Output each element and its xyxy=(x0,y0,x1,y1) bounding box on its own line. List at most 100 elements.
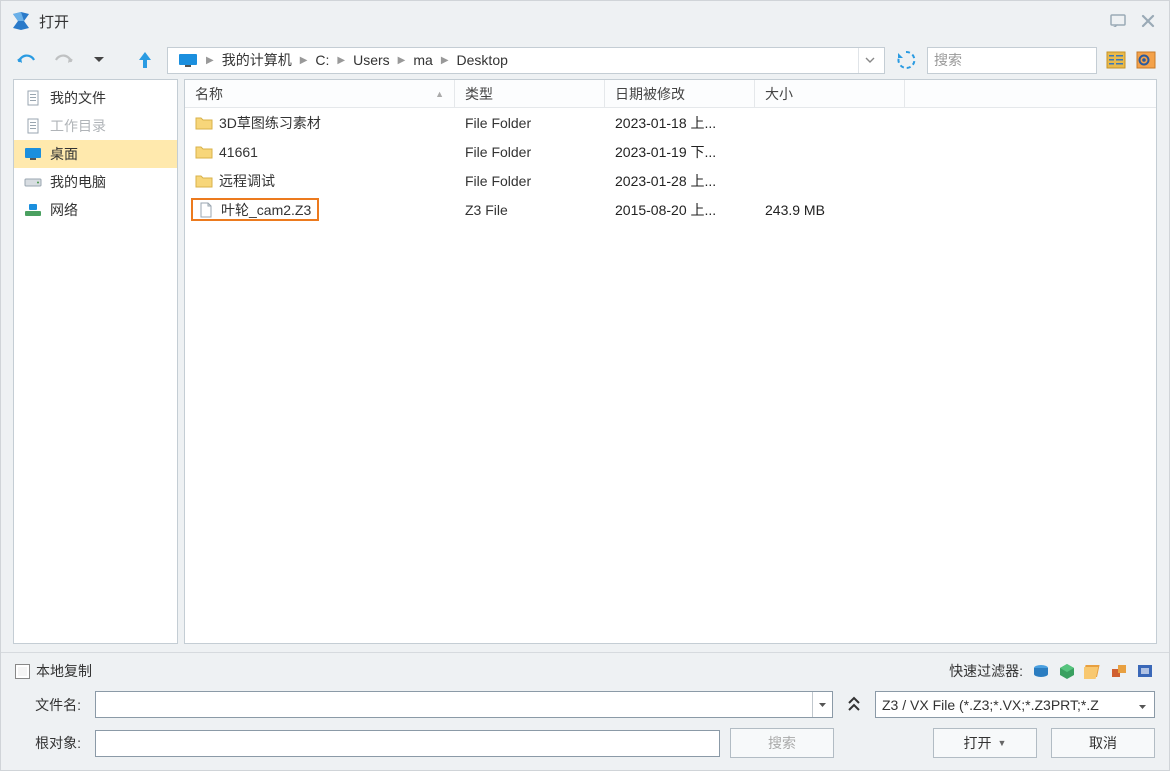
file-type: Z3 File xyxy=(455,202,605,218)
forward-button[interactable] xyxy=(49,48,77,72)
col-header-name[interactable]: 名称 ▲ xyxy=(185,80,455,107)
sidebar-item-label: 工作目录 xyxy=(50,116,106,136)
sidebar-item-1: 工作目录 xyxy=(14,112,177,140)
view-list-button[interactable] xyxy=(1105,49,1127,71)
filename-label: 文件名: xyxy=(15,695,85,715)
up-button[interactable] xyxy=(131,48,159,72)
file-type: File Folder xyxy=(455,144,605,160)
filter-drive-icon[interactable] xyxy=(1031,662,1051,680)
filetype-combo[interactable]: Z3 / VX File (*.Z3;*.VX;*.Z3PRT;*.Z xyxy=(875,691,1155,718)
drive-icon xyxy=(24,174,42,190)
refresh-button[interactable] xyxy=(893,47,919,73)
filter-misc-icon[interactable] xyxy=(1135,662,1155,680)
body: 我的文件工作目录桌面我的电脑网络 名称 ▲ 类型 日期被修改 大小 3D草图练习… xyxy=(1,79,1169,652)
search-input[interactable] xyxy=(934,48,1090,73)
file-icon xyxy=(197,202,215,218)
file-date: 2015-08-20 上... xyxy=(605,200,755,220)
preview-button[interactable] xyxy=(1135,49,1157,71)
sort-asc-icon: ▲ xyxy=(435,89,444,99)
sidebar-item-2[interactable]: 桌面 xyxy=(14,140,177,168)
expand-options[interactable] xyxy=(843,691,865,718)
col-header-date[interactable]: 日期被修改 xyxy=(605,80,755,107)
close-button[interactable] xyxy=(1137,10,1159,32)
breadcrumb[interactable]: ▶ 我的计算机 ▶ C: ▶ Users ▶ ma ▶ Desktop xyxy=(167,47,885,74)
filename-dropdown[interactable] xyxy=(812,692,832,717)
sidebar-item-label: 网络 xyxy=(50,200,78,220)
file-name: 叶轮_cam2.Z3 xyxy=(221,200,311,220)
filename-combo[interactable] xyxy=(95,691,833,718)
file-list: 名称 ▲ 类型 日期被修改 大小 3D草图练习素材File Folder2023… xyxy=(184,79,1157,644)
sidebar-item-0[interactable]: 我的文件 xyxy=(14,84,177,112)
cancel-button[interactable]: 取消 xyxy=(1051,728,1155,758)
back-button[interactable] xyxy=(13,48,41,72)
network-icon xyxy=(24,202,42,218)
sidebar-item-label: 桌面 xyxy=(50,144,78,164)
open-button[interactable]: 打开 ▼ xyxy=(933,728,1037,758)
file-row[interactable]: 3D草图练习素材 File Folder2023-01-18 上... xyxy=(185,108,1156,137)
highlighted-file: 叶轮_cam2.Z3 xyxy=(191,198,319,221)
sidebar-item-label: 我的文件 xyxy=(50,88,106,108)
search-box[interactable] xyxy=(927,47,1097,74)
help-button[interactable] xyxy=(1107,10,1129,32)
filter-part-icon[interactable] xyxy=(1057,662,1077,680)
file-type: File Folder xyxy=(455,173,605,189)
filter-sheet-icon[interactable] xyxy=(1083,662,1103,680)
file-name: 远程调试 xyxy=(219,171,275,191)
monitor-icon xyxy=(24,146,42,162)
footer-mid: 文件名: Z3 / VX File (*.Z3;*.VX;*.Z3PRT;*.Z xyxy=(15,691,1155,718)
folder-icon xyxy=(195,144,213,160)
root-object-input-wrap[interactable] xyxy=(95,730,720,757)
footer-top: 本地复制 快速过滤器: xyxy=(15,661,1155,681)
sidebar: 我的文件工作目录桌面我的电脑网络 xyxy=(13,79,178,644)
file-date: 2023-01-18 上... xyxy=(605,113,755,133)
file-list-header: 名称 ▲ 类型 日期被修改 大小 xyxy=(185,80,1156,108)
filetype-value: Z3 / VX File (*.Z3;*.VX;*.Z3PRT;*.Z xyxy=(882,697,1099,713)
sidebar-item-3[interactable]: 我的电脑 xyxy=(14,168,177,196)
folder-icon xyxy=(195,115,213,131)
history-dropdown[interactable] xyxy=(85,48,113,72)
footer-bot: 根对象: 搜索 打开 ▼ 取消 xyxy=(15,728,1155,758)
filename-input[interactable] xyxy=(96,692,812,717)
toolbar: ▶ 我的计算机 ▶ C: ▶ Users ▶ ma ▶ Desktop xyxy=(1,41,1169,79)
doc-icon xyxy=(24,90,42,106)
file-row[interactable]: 远程调试 File Folder2023-01-28 上... xyxy=(185,166,1156,195)
open-dropdown-icon: ▼ xyxy=(998,738,1007,748)
quick-filter: 快速过滤器: xyxy=(949,661,1155,681)
col-header-type[interactable]: 类型 xyxy=(455,80,605,107)
breadcrumb-seg-1[interactable]: Users xyxy=(347,48,396,73)
search-button[interactable]: 搜索 xyxy=(730,728,834,758)
local-copy-label: 本地复制 xyxy=(36,661,92,681)
breadcrumb-seg-3[interactable]: Desktop xyxy=(451,48,514,73)
breadcrumb-seg-0[interactable]: C: xyxy=(309,48,335,73)
open-dialog: 打开 ▶ 我的计算机 ▶ C: ▶ xyxy=(0,0,1170,771)
file-list-rows[interactable]: 3D草图练习素材File Folder2023-01-18 上...41661F… xyxy=(185,108,1156,643)
sidebar-item-label: 我的电脑 xyxy=(50,172,106,192)
titlebar: 打开 xyxy=(1,1,1169,41)
file-name: 3D草图练习素材 xyxy=(219,113,321,133)
breadcrumb-root-icon[interactable] xyxy=(172,48,204,73)
breadcrumb-sep: ▶ xyxy=(204,55,216,66)
breadcrumb-dropdown[interactable] xyxy=(858,48,880,73)
local-copy-checkbox[interactable] xyxy=(15,664,30,679)
breadcrumb-seg-2[interactable]: ma xyxy=(407,48,438,73)
col-header-size[interactable]: 大小 xyxy=(755,80,905,107)
footer: 本地复制 快速过滤器: 文件名: Z3 / VX xyxy=(1,652,1169,770)
quick-filter-label: 快速过滤器: xyxy=(949,661,1023,681)
col-header-rest xyxy=(905,80,1156,107)
sidebar-item-4[interactable]: 网络 xyxy=(14,196,177,224)
window-title: 打开 xyxy=(39,11,69,32)
filetype-dropdown[interactable] xyxy=(1134,697,1150,713)
file-date: 2023-01-19 下... xyxy=(605,142,755,162)
file-size: 243.9 MB xyxy=(755,202,905,218)
file-type: File Folder xyxy=(455,115,605,131)
file-date: 2023-01-28 上... xyxy=(605,171,755,191)
breadcrumb-root[interactable]: 我的计算机 xyxy=(216,48,298,73)
file-row[interactable]: 叶轮_cam2.Z3 Z3 File2015-08-20 上...243.9 MB xyxy=(185,195,1156,224)
app-icon xyxy=(11,11,31,31)
file-name: 41661 xyxy=(219,144,258,160)
filter-assembly-icon[interactable] xyxy=(1109,662,1129,680)
root-object-input[interactable] xyxy=(102,731,713,756)
folder-icon xyxy=(195,173,213,189)
file-row[interactable]: 41661 File Folder2023-01-19 下... xyxy=(185,137,1156,166)
doc-icon xyxy=(24,118,42,134)
